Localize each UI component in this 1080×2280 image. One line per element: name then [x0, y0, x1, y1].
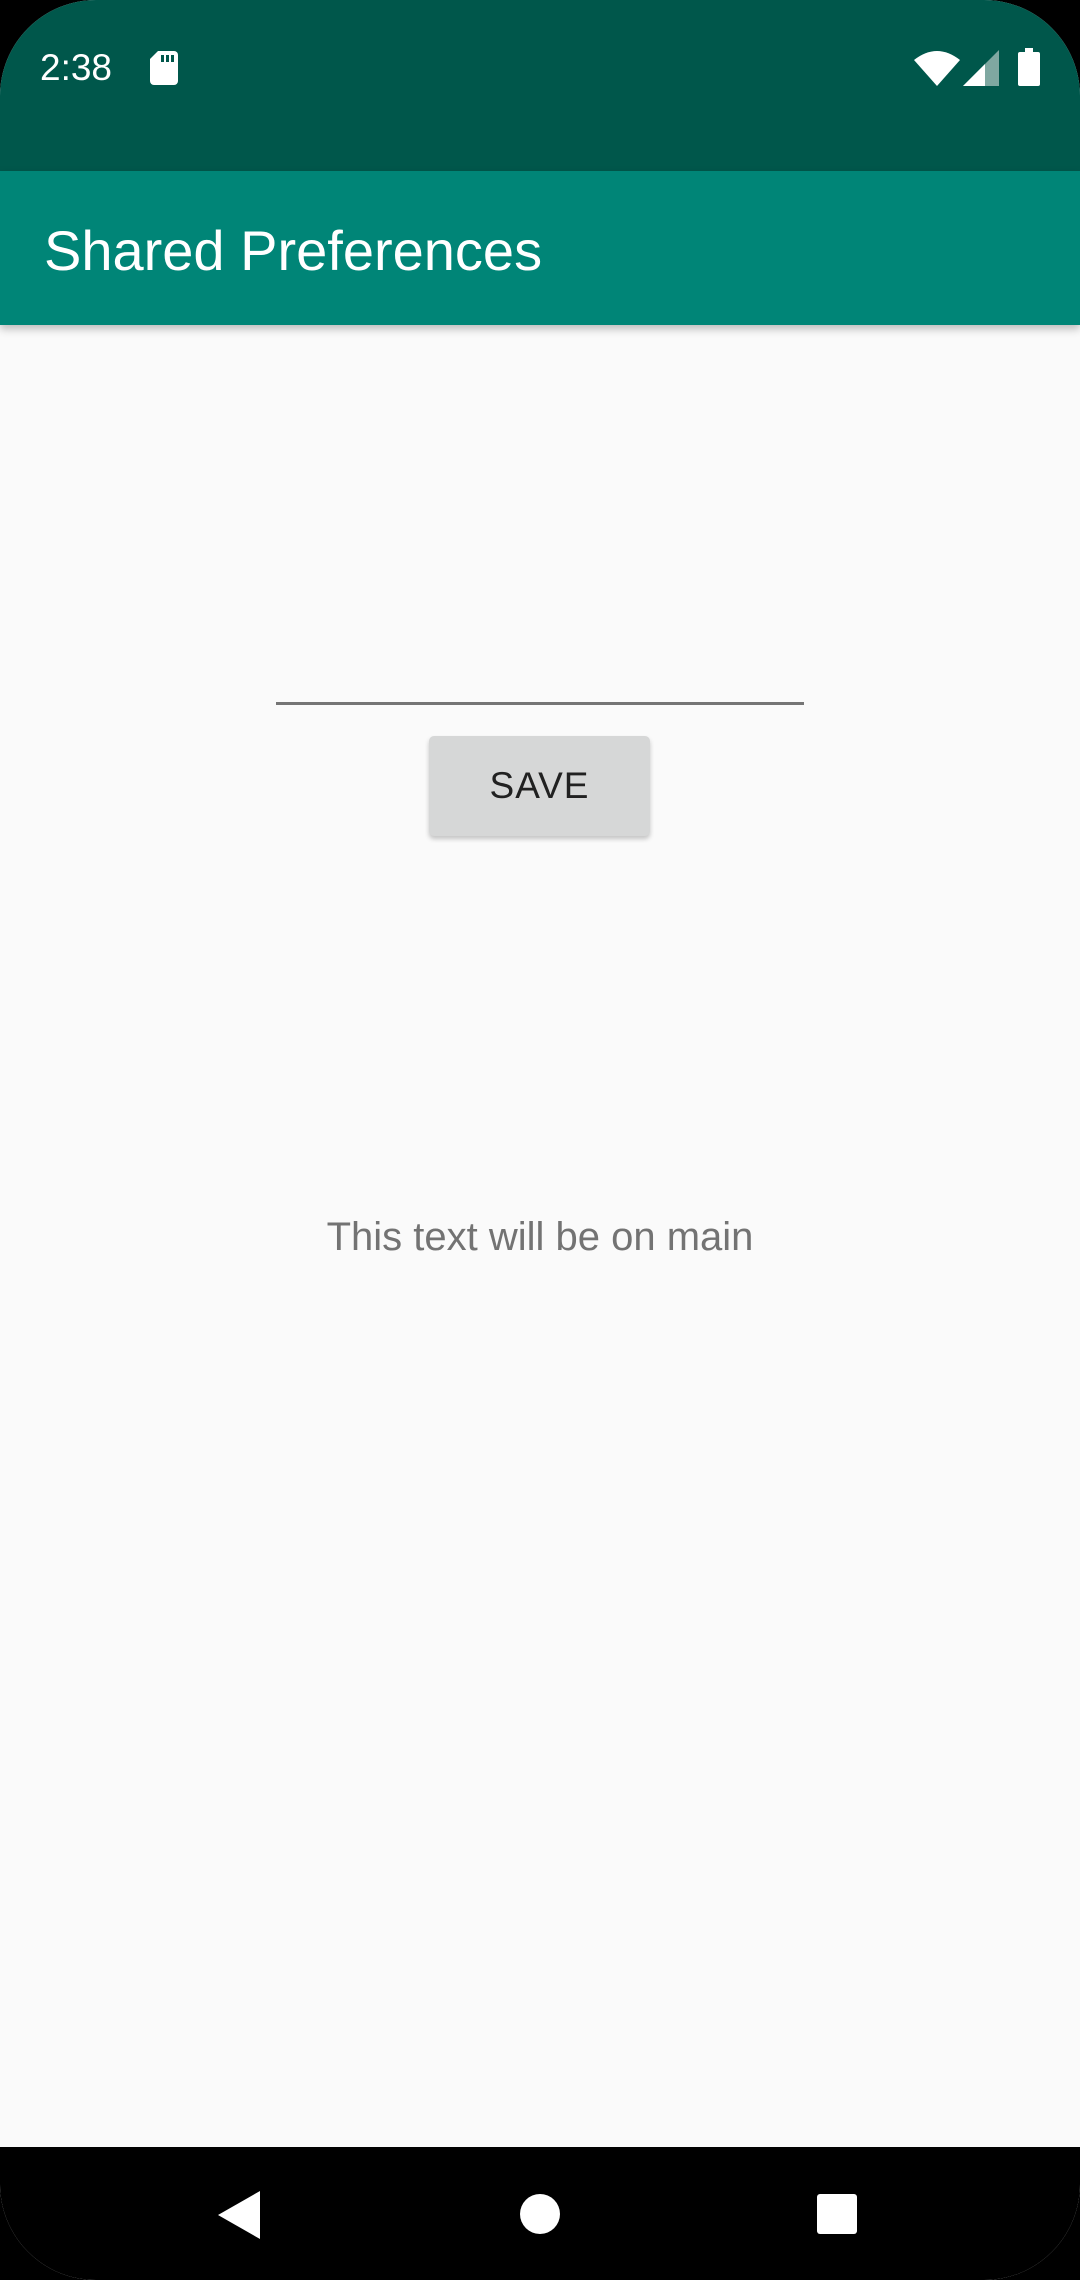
recents-icon[interactable]: [816, 2193, 858, 2235]
cellular-signal-icon: [963, 50, 999, 86]
main-content: SAVE This text will be on main: [0, 325, 1080, 2147]
save-button[interactable]: SAVE: [429, 736, 650, 836]
wifi-icon: [914, 50, 960, 86]
status-time: 2:38: [40, 47, 113, 88]
status-bar: 2:38: [0, 0, 1080, 171]
home-icon[interactable]: [519, 2193, 561, 2235]
saved-text-display: This text will be on main: [326, 1215, 754, 1259]
back-icon[interactable]: [218, 2191, 260, 2239]
navigation-bar: [0, 2147, 1080, 2280]
text-input-field[interactable]: [276, 645, 804, 705]
battery-icon: [1018, 48, 1040, 86]
app-title: Shared Preferences: [44, 219, 543, 282]
sd-card-icon: [150, 51, 178, 85]
phone-screen: 2:38 Shared Preferences SAVE This text w…: [0, 0, 1080, 2280]
app-bar: Shared Preferences: [0, 171, 1080, 325]
